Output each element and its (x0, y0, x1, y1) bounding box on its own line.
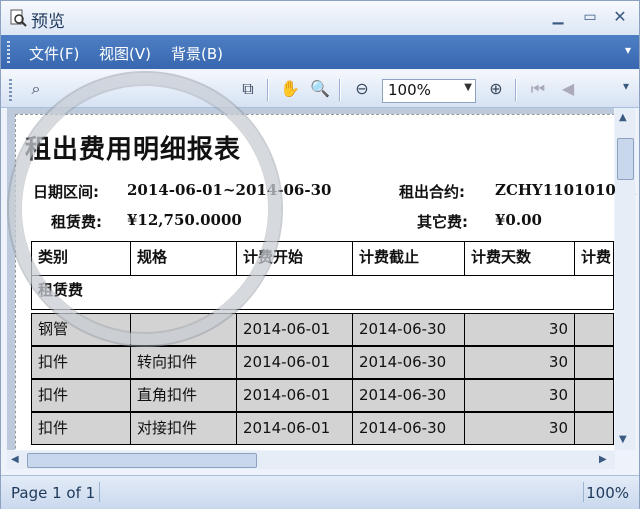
table-cell: 2014-06-01 (236, 346, 353, 379)
table-header-cell: 规格 (130, 241, 237, 276)
hand-tool-icon[interactable]: ✋ (277, 77, 303, 101)
table-header-cell: 计费截止 (352, 241, 465, 276)
binoculars-icon[interactable]: ⌕ (23, 77, 49, 101)
menu-bar: 文件(F) 视图(V) 背景(B) ▾ (1, 35, 639, 69)
report-title: 租出费用明细报表 (25, 135, 242, 165)
menu-view[interactable]: 视图(V) (99, 43, 151, 64)
vertical-scroll-thumb[interactable] (617, 138, 634, 180)
vertical-scrollbar[interactable]: ▲ ▼ (615, 108, 635, 450)
scroll-up-icon[interactable]: ▲ (619, 112, 627, 123)
close-icon[interactable]: ✕ (607, 6, 633, 28)
table-cell: 扣件 (31, 379, 131, 412)
status-zoom: 100% (586, 484, 629, 502)
table-cell: 2014-06-30 (352, 412, 465, 445)
menu-overflow-icon[interactable]: ▾ (625, 43, 631, 57)
preview-window: 预览 ▁ ▭ ✕ 文件(F) 视图(V) 背景(B) ▾ ⌕ ⧉ ✋ 🔍 ⊖ ⊕… (0, 0, 640, 509)
status-separator (583, 482, 584, 502)
menu-grip[interactable] (7, 41, 10, 63)
table-cell: 2014-06-01 (236, 313, 353, 346)
status-separator (99, 482, 100, 502)
table-cell: 2014-06-01 (236, 379, 353, 412)
table-header-cell: 计费天数 (464, 241, 575, 276)
rent-fee-label: 租赁费: (51, 213, 102, 231)
rent-fee-value: ¥12,750.0000 (127, 211, 242, 229)
table-cell: 2014-06-01 (236, 412, 353, 445)
group-row: 租赁费 (31, 275, 614, 310)
menu-file[interactable]: 文件(F) (29, 43, 79, 64)
toolbar-separator (515, 79, 517, 101)
minimize-icon[interactable]: ▁ (545, 6, 571, 28)
table-cell: 钢管 (31, 313, 131, 346)
table-cell: 30 (464, 379, 575, 412)
zoom-tool-icon[interactable]: 🔍 (307, 77, 333, 101)
table-cell: 直角扣件 (130, 379, 237, 412)
scroll-left-icon[interactable]: ◀ (11, 454, 19, 465)
other-fee-label: 其它费: (417, 213, 468, 231)
maximize-icon[interactable]: ▭ (577, 6, 603, 28)
table-cell (574, 313, 614, 346)
preview-app-icon (10, 9, 27, 27)
contract-label: 租出合约: (399, 183, 465, 201)
table-cell: 2014-06-30 (352, 313, 465, 346)
toolbar-separator (339, 79, 341, 101)
table-header-cell: 类别 (31, 241, 131, 276)
table-cell: 扣件 (31, 412, 131, 445)
scroll-down-icon[interactable]: ▼ (619, 434, 627, 445)
table-cell (130, 313, 237, 346)
zoom-out-icon[interactable]: ⊖ (349, 77, 375, 101)
table-cell: 2014-06-30 (352, 379, 465, 412)
chevron-down-icon[interactable]: ▼ (464, 82, 472, 93)
zoom-value: 100% (388, 81, 431, 99)
horizontal-scrollbar[interactable]: ◀ ▶ (7, 451, 615, 469)
table-cell: 2014-06-30 (352, 346, 465, 379)
table-cell: 30 (464, 313, 575, 346)
table-cell: 30 (464, 346, 575, 379)
toolbar-overflow-icon[interactable]: ▾ (623, 79, 629, 93)
date-range-value: 2014-06-01~2014-06-30 (127, 181, 332, 199)
table-cell: 扣件 (31, 346, 131, 379)
table-cell: 转向扣件 (130, 346, 237, 379)
menu-background[interactable]: 背景(B) (171, 43, 223, 64)
table-header-cell: 计费开始 (236, 241, 353, 276)
multi-page-icon[interactable]: ⧉ (235, 77, 261, 101)
first-page-icon[interactable]: ⏮ (525, 77, 551, 101)
zoom-in-icon[interactable]: ⊕ (483, 77, 509, 101)
previous-page-icon[interactable]: ◀ (555, 77, 581, 101)
toolbar-grip[interactable] (9, 79, 12, 101)
table-cell: 对接扣件 (130, 412, 237, 445)
table-cell (574, 379, 614, 412)
page-indicator: Page 1 of 1 (11, 484, 96, 502)
scroll-right-icon[interactable]: ▶ (599, 454, 607, 465)
toolbar-separator (267, 79, 269, 101)
status-bar: Page 1 of 1 100% (1, 475, 639, 509)
toolbar: ⌕ ⧉ ✋ 🔍 ⊖ ⊕ ⏮ ◀ ▾ (1, 71, 639, 108)
table-cell (574, 346, 614, 379)
table-cell (574, 412, 614, 445)
other-fee-value: ¥0.00 (495, 211, 542, 229)
title-bar: 预览 ▁ ▭ ✕ (1, 1, 639, 35)
window-title: 预览 (31, 12, 65, 32)
table-cell: 30 (464, 412, 575, 445)
date-range-label: 日期区间: (33, 183, 99, 201)
table-header-cell: 计费 (574, 241, 614, 276)
zoom-select[interactable]: 100% ▼ (382, 79, 476, 103)
horizontal-scroll-thumb[interactable] (27, 453, 257, 468)
